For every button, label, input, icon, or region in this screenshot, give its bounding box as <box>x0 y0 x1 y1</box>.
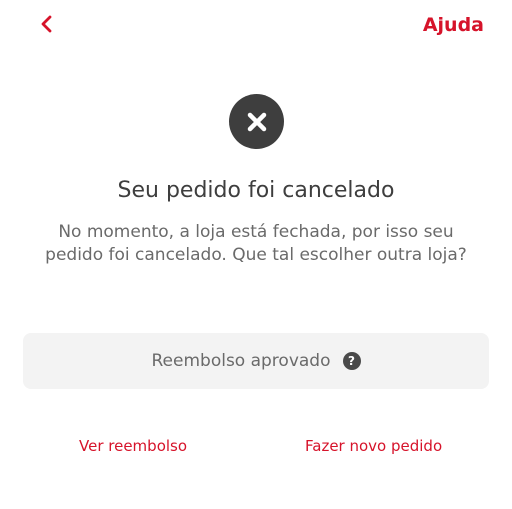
back-button[interactable] <box>34 12 58 40</box>
page-title: Seu pedido foi cancelado <box>117 178 395 203</box>
chevron-left-icon <box>40 15 52 37</box>
help-link[interactable]: Ajuda <box>423 14 484 36</box>
close-icon <box>229 94 284 149</box>
new-order-button[interactable]: Fazer novo pedido <box>305 437 442 455</box>
order-cancelled-screen: Ajuda Seu pedido foi cancelado No moment… <box>0 0 512 509</box>
refund-status-label: Reembolso aprovado <box>151 351 331 371</box>
view-refund-button[interactable]: Ver reembolso <box>79 437 187 455</box>
question-icon[interactable]: ? <box>342 352 361 370</box>
refund-status-box: Reembolso aprovado ? <box>23 333 489 389</box>
cancellation-message: No momento, a loja está fechada, por iss… <box>45 222 467 265</box>
